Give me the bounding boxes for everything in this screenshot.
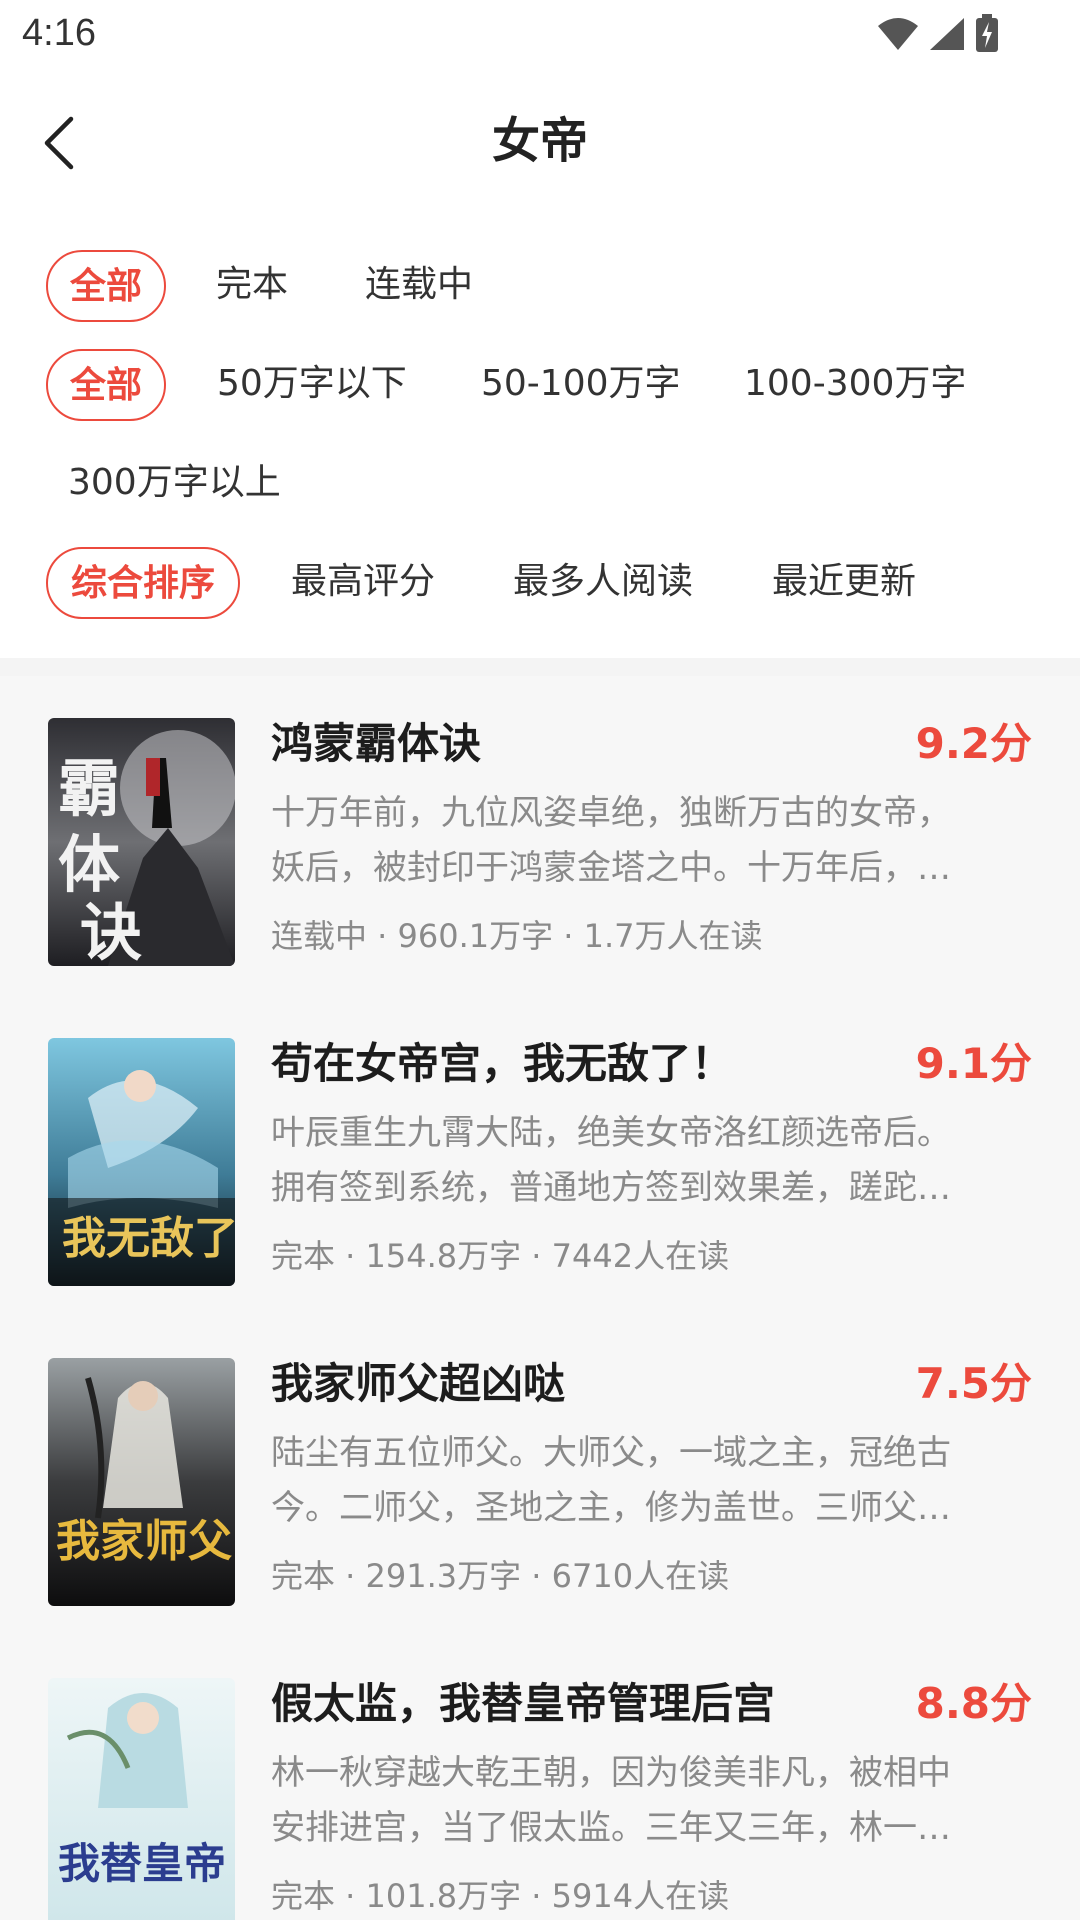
book-cover[interactable]: 我家师父 xyxy=(48,1358,235,1606)
filter-words-100-300w[interactable]: 100-300万字 xyxy=(744,349,966,421)
status-time: 4:16 xyxy=(22,12,96,54)
wifi-icon xyxy=(878,18,918,50)
book-meta: 连载中 · 960.1万字 · 1.7万人在读 xyxy=(271,917,763,955)
book-title: 我家师父超凶哒 xyxy=(271,1359,566,1408)
filter-words-under-50w[interactable]: 50万字以下 xyxy=(217,349,407,421)
book-item[interactable]: 霸 体 诀 鸿蒙霸体诀 9.2分 十万年前，九位风姿卓绝，独断万古的女帝， 妖后… xyxy=(0,676,1080,996)
book-description: 林一秋穿越大乾王朝，因为俊美非凡，被相中 安排进宫，当了假太监。三年又三年，林一… xyxy=(271,1746,1031,1856)
book-description-line: 妖后，被封印于鸿蒙金塔之中。十万年后，… xyxy=(271,848,951,888)
filter-words-all[interactable]: 全部 xyxy=(46,349,166,421)
book-description-line: 叶辰重生九霄大陆，绝美女帝洛红颜选帝后。 xyxy=(271,1113,951,1153)
svg-text:我家师父: 我家师父 xyxy=(56,1516,232,1567)
book-cover[interactable]: 我无敌了 xyxy=(48,1038,235,1286)
wordcount-filter-row-2: 300万字以上 xyxy=(0,448,1080,520)
svg-text:我替皇帝: 我替皇帝 xyxy=(58,1839,226,1888)
book-description: 十万年前，九位风姿卓绝，独断万古的女帝， 妖后，被封印于鸿蒙金塔之中。十万年后，… xyxy=(271,786,1031,896)
sort-overall[interactable]: 综合排序 xyxy=(46,547,240,619)
book-title: 假太监，我替皇帝管理后宫 xyxy=(271,1679,776,1728)
svg-text:诀: 诀 xyxy=(80,896,142,966)
signal-icon xyxy=(930,18,964,50)
sort-most-read[interactable]: 最多人阅读 xyxy=(513,547,693,619)
book-description: 叶辰重生九霄大陆，绝美女帝洛红颜选帝后。 拥有签到系统，普通地方签到效果差，蹉跎… xyxy=(271,1106,1031,1216)
book-meta: 完本 · 154.8万字 · 7442人在读 xyxy=(271,1237,730,1275)
cover-title-text: 霸 xyxy=(58,752,120,825)
book-meta: 完本 · 291.3万字 · 6710人在读 xyxy=(271,1557,730,1595)
book-description-line: 今。二师父，圣地之主，修为盖世。三师父… xyxy=(271,1488,951,1528)
wordcount-filter-row: 全部 50万字以下 50-100万字 100-300万字 xyxy=(0,349,1080,421)
book-cover[interactable]: 霸 体 诀 xyxy=(48,718,235,966)
book-meta: 完本 · 101.8万字 · 5914人在读 xyxy=(271,1877,730,1915)
book-list: 霸 体 诀 鸿蒙霸体诀 9.2分 十万年前，九位风姿卓绝，独断万古的女帝， 妖后… xyxy=(0,676,1080,1920)
filter-status-all[interactable]: 全部 xyxy=(46,250,166,322)
book-cover[interactable]: 我替皇帝 xyxy=(48,1678,235,1920)
book-description-line: 十万年前，九位风姿卓绝，独断万古的女帝， xyxy=(271,793,951,833)
book-description: 陆尘有五位师父。大师父，一域之主，冠绝古 今。二师父，圣地之主，修为盖世。三师父… xyxy=(271,1426,1031,1536)
book-title: 鸿蒙霸体诀 xyxy=(271,719,482,768)
page-title: 女帝 xyxy=(491,113,588,169)
top-bar: 女帝 xyxy=(0,88,1080,198)
svg-text:我无敌了: 我无敌了 xyxy=(62,1213,235,1264)
book-score: 9.1分 xyxy=(915,1039,1032,1088)
filter-status-completed[interactable]: 完本 xyxy=(216,250,288,322)
book-description-line: 陆尘有五位师父。大师父，一域之主，冠绝古 xyxy=(271,1433,951,1473)
filter-status-ongoing[interactable]: 连载中 xyxy=(365,250,473,322)
svg-text:体: 体 xyxy=(58,828,120,901)
book-title: 苟在女帝宫，我无敌了！ xyxy=(271,1039,734,1088)
status-bar: 4:16 xyxy=(0,0,1080,72)
book-description-line: 林一秋穿越大乾王朝，因为俊美非凡，被相中 xyxy=(271,1753,951,1793)
book-score: 8.8分 xyxy=(915,1679,1032,1728)
filter-words-50-100w[interactable]: 50-100万字 xyxy=(481,349,681,421)
status-filter-row: 全部 完本 连载中 xyxy=(0,250,1080,322)
book-score: 9.2分 xyxy=(915,719,1032,768)
book-item[interactable]: 我替皇帝 假太监，我替皇帝管理后宫 8.8分 林一秋穿越大乾王朝，因为俊美非凡，… xyxy=(0,1636,1080,1920)
book-item[interactable]: 我家师父 我家师父超凶哒 7.5分 陆尘有五位师父。大师父，一域之主，冠绝古 今… xyxy=(0,1316,1080,1636)
status-icons xyxy=(876,14,1000,54)
book-score: 7.5分 xyxy=(915,1359,1032,1408)
battery-charging-icon xyxy=(976,14,998,52)
sort-recently-updated[interactable]: 最近更新 xyxy=(772,547,916,619)
filter-words-over-300w[interactable]: 300万字以上 xyxy=(68,448,281,520)
sort-top-rated[interactable]: 最高评分 xyxy=(291,547,435,619)
sort-filter-row: 综合排序 最高评分 最多人阅读 最近更新 xyxy=(0,547,1080,619)
section-divider xyxy=(0,658,1080,676)
book-description-line: 拥有签到系统，普通地方签到效果差，蹉跎… xyxy=(271,1168,951,1208)
book-item[interactable]: 我无敌了 苟在女帝宫，我无敌了！ 9.1分 叶辰重生九霄大陆，绝美女帝洛红颜选帝… xyxy=(0,996,1080,1316)
book-description-line: 安排进宫，当了假太监。三年又三年，林一… xyxy=(271,1808,951,1848)
